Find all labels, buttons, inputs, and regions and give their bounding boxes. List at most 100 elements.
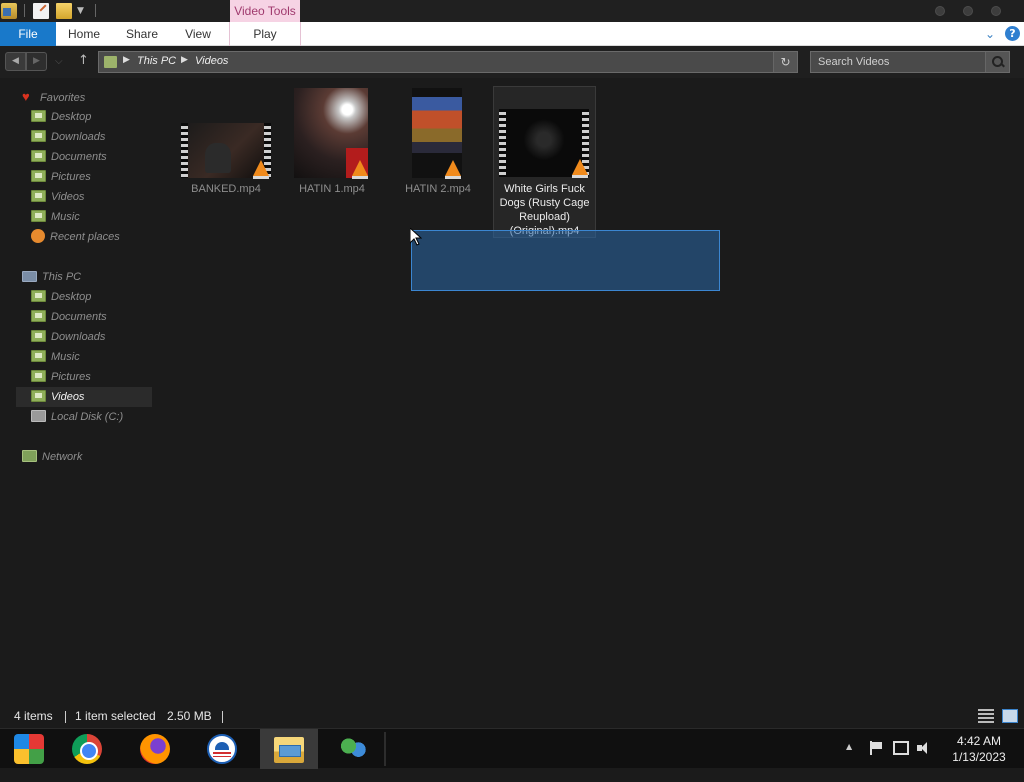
video-tools-label: Video Tools bbox=[230, 0, 300, 22]
nav-fav-videos[interactable]: Videos bbox=[31, 187, 84, 207]
nav-pc-downloads[interactable]: Downloads bbox=[31, 327, 105, 347]
nav-label: Desktop bbox=[51, 111, 92, 123]
nav-pc-local-disk[interactable]: Local Disk (C:) bbox=[31, 407, 123, 427]
pictures-icon bbox=[31, 370, 46, 383]
recent-places-icon bbox=[31, 229, 45, 244]
nav-pc-pictures[interactable]: Pictures bbox=[31, 367, 91, 387]
nav-fav-downloads[interactable]: Downloads bbox=[31, 127, 105, 147]
back-button[interactable]: ◀ bbox=[5, 52, 26, 71]
volume-icon[interactable] bbox=[917, 741, 933, 755]
file-tile[interactable]: HATIN 2.mp4 bbox=[390, 86, 486, 200]
nav-pc-music[interactable]: Music bbox=[31, 347, 80, 367]
forward-button[interactable]: ▶ bbox=[26, 52, 47, 71]
nav-label: Local Disk (C:) bbox=[51, 411, 124, 423]
selection-size: 2.50 MB bbox=[167, 709, 212, 723]
show-hidden-icons-icon[interactable]: ▲ bbox=[846, 742, 852, 782]
clock-date: 1/13/2023 bbox=[952, 750, 1006, 764]
nav-fav-desktop[interactable]: Desktop bbox=[31, 107, 91, 127]
search-input[interactable] bbox=[811, 52, 986, 72]
nav-label: Recent places bbox=[50, 231, 120, 243]
close-button[interactable] bbox=[991, 6, 1001, 16]
firefox-icon bbox=[140, 734, 170, 764]
recent-locations-icon[interactable]: ⌵ bbox=[55, 56, 63, 67]
desktop-icon bbox=[31, 290, 46, 303]
new-folder-icon[interactable] bbox=[56, 3, 72, 19]
refresh-icon[interactable]: ↻ bbox=[773, 52, 797, 72]
breadcrumb-this-pc[interactable]: This PC bbox=[137, 55, 176, 67]
status-separator bbox=[222, 711, 223, 723]
computer-icon bbox=[22, 270, 37, 282]
nav-pc-desktop[interactable]: Desktop bbox=[31, 287, 91, 307]
tab-share[interactable]: Share bbox=[116, 22, 168, 46]
taskbar-firefox[interactable] bbox=[126, 729, 184, 769]
documents-icon bbox=[31, 310, 46, 323]
network-tray-icon[interactable] bbox=[893, 741, 909, 755]
nav-label: Videos bbox=[51, 391, 85, 403]
address-bar[interactable]: ▶ This PC ▶ Videos ↻ bbox=[98, 51, 798, 73]
nav-label: Music bbox=[51, 211, 80, 223]
breadcrumb-chevron-icon[interactable]: ▶ bbox=[123, 55, 130, 65]
minimize-button[interactable] bbox=[935, 6, 945, 16]
nav-label: Pictures bbox=[51, 171, 91, 183]
taskbar-obama[interactable] bbox=[193, 729, 251, 769]
nav-pc-videos[interactable]: Videos bbox=[16, 387, 152, 407]
tab-file[interactable]: File bbox=[0, 22, 56, 46]
item-count: 4 items bbox=[14, 709, 53, 723]
taskbar-separator bbox=[384, 732, 386, 766]
nav-this-pc-label: This PC bbox=[42, 271, 82, 283]
chrome-icon bbox=[72, 734, 102, 764]
file-list[interactable]: BANKED.mp4 HATIN 1.mp4 HATIN 2.mp4 White… bbox=[150, 78, 1024, 700]
vlc-icon bbox=[445, 160, 461, 179]
properties-icon[interactable] bbox=[33, 3, 49, 19]
nav-fav-documents[interactable]: Documents bbox=[31, 147, 107, 167]
selection-count: 1 item selected bbox=[75, 709, 156, 723]
nav-favorites[interactable]: ♥ Favorites bbox=[22, 87, 85, 107]
breadcrumb-chevron-icon[interactable]: ▶ bbox=[181, 55, 188, 65]
taskbar-paint[interactable] bbox=[0, 729, 58, 769]
ribbon: File Home Share View Play ⌄ ? bbox=[0, 22, 1024, 46]
help-button[interactable]: ? bbox=[1005, 26, 1020, 41]
vlc-icon bbox=[352, 160, 368, 179]
large-icons-view-icon[interactable] bbox=[1002, 709, 1018, 723]
nav-label: Downloads bbox=[51, 131, 106, 143]
file-tile-selected[interactable]: White Girls Fuck Dogs (Rusty Cage Reuplo… bbox=[493, 86, 596, 238]
file-tile[interactable]: BANKED.mp4 bbox=[178, 120, 274, 200]
nav-label: Desktop bbox=[51, 291, 92, 303]
clock[interactable]: 4:42 AM 1/13/2023 bbox=[940, 733, 1018, 765]
taskbar-file-explorer[interactable] bbox=[260, 729, 318, 769]
nav-this-pc[interactable]: This PC bbox=[22, 267, 81, 287]
nav-fav-recent-places[interactable]: Recent places bbox=[31, 227, 120, 247]
nav-label: Documents bbox=[51, 151, 107, 163]
action-center-flag-icon[interactable] bbox=[869, 741, 882, 755]
title-bar: ▼ Video Tools bbox=[0, 0, 1024, 22]
nav-label: Documents bbox=[51, 311, 107, 323]
nav-network[interactable]: Network bbox=[22, 447, 82, 467]
clock-time: 4:42 AM bbox=[956, 734, 1002, 748]
search-icon[interactable] bbox=[985, 52, 1009, 72]
breadcrumb-videos[interactable]: Videos bbox=[195, 55, 228, 67]
customize-quick-access-icon[interactable]: ▼ bbox=[77, 6, 84, 16]
tab-home[interactable]: Home bbox=[60, 22, 108, 46]
tab-play[interactable]: Play bbox=[229, 22, 301, 46]
nav-network-label: Network bbox=[42, 451, 83, 463]
up-button[interactable]: ↑ bbox=[78, 53, 89, 68]
nav-fav-pictures[interactable]: Pictures bbox=[31, 167, 91, 187]
chevron-down-icon[interactable]: ⌄ bbox=[985, 27, 995, 41]
nav-label: Downloads bbox=[51, 331, 106, 343]
explorer-icon[interactable] bbox=[1, 3, 17, 19]
selection-rectangle bbox=[411, 230, 720, 291]
tab-view[interactable]: View bbox=[176, 22, 220, 46]
nav-label: Videos bbox=[51, 191, 85, 203]
file-tile[interactable]: HATIN 1.mp4 bbox=[284, 86, 380, 200]
details-view-icon[interactable] bbox=[978, 709, 994, 723]
nav-fav-music[interactable]: Music bbox=[31, 207, 80, 227]
nav-pc-documents[interactable]: Documents bbox=[31, 307, 107, 327]
taskbar-chrome[interactable] bbox=[58, 729, 116, 769]
taskbar-people[interactable] bbox=[324, 729, 382, 769]
search-box bbox=[810, 51, 1010, 73]
music-icon bbox=[31, 210, 46, 223]
taskbar: ▲ 4:42 AM 1/13/2023 bbox=[0, 728, 1024, 769]
quick-access-separator bbox=[95, 4, 96, 17]
file-explorer-icon bbox=[274, 737, 304, 763]
maximize-button[interactable] bbox=[963, 6, 973, 16]
